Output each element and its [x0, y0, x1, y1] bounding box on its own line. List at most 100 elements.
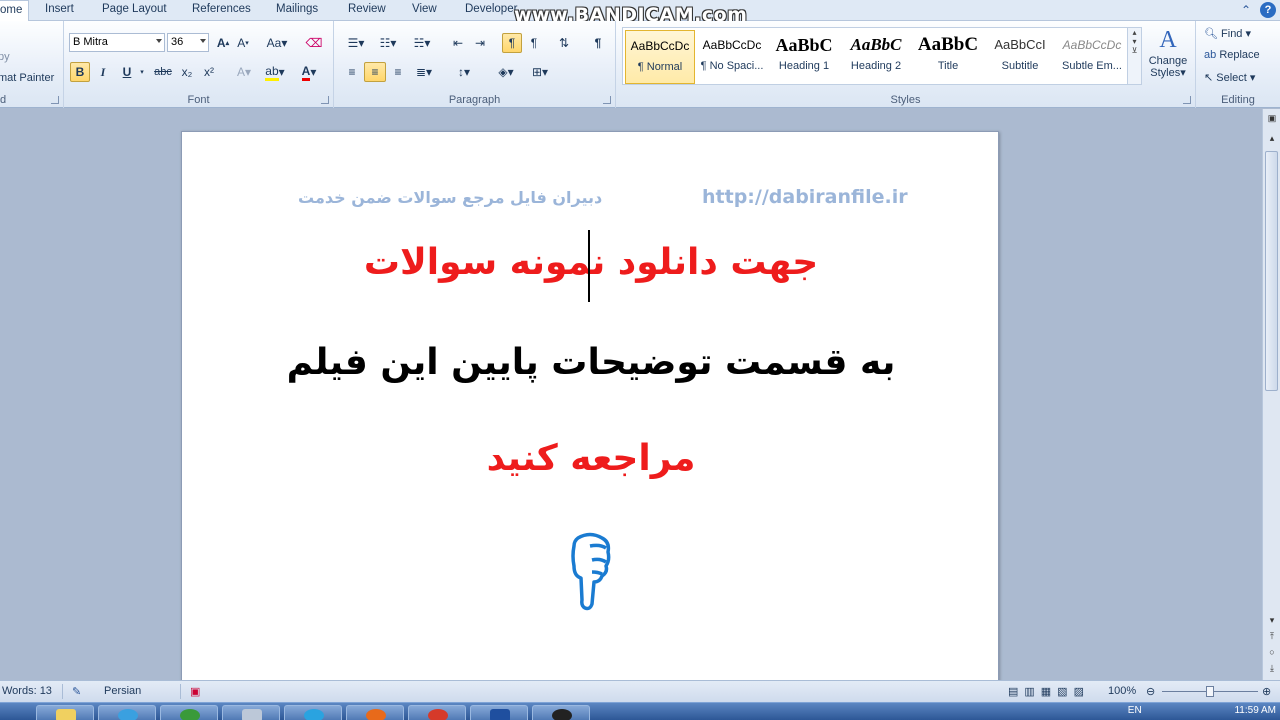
taskbar-explorer[interactable] [36, 705, 94, 720]
paragraph-group: ☰▾ ☷▾ ☵▾ ⇤ ⇥ ¶ ¶ ⇅ ¶ ≡ ≡ ≡ ≣▾ ↕▾ ◈▾ ⊞▾ P… [334, 21, 616, 108]
style-no-spacing[interactable]: AaBbCcDc ¶ No Spaci... [697, 30, 767, 84]
superscript-button[interactable]: x² [200, 62, 218, 82]
app-icon [242, 709, 262, 720]
tab-review[interactable]: Review [348, 3, 386, 15]
styles-gallery-scroll[interactable]: ▴ ▾ ⊻ [1127, 28, 1141, 84]
shrink-font-icon[interactable]: A ▾ [234, 33, 252, 53]
document-page[interactable]: http://dabiranfile.ir دبیران فایل مرجع س… [181, 131, 999, 680]
format-painter-button[interactable]: mat Painter [0, 72, 54, 84]
increase-indent-icon[interactable]: ⇥ [470, 33, 490, 53]
style-normal[interactable]: AaBbCcDc ¶ Normal [625, 30, 695, 84]
taskbar-telegram[interactable] [284, 705, 342, 720]
subscript-button[interactable]: x₂ [178, 62, 196, 82]
tab-page-layout[interactable]: Page Layout [102, 3, 167, 15]
macro-record-icon[interactable]: ▣ [190, 685, 200, 698]
view-buttons[interactable]: ▤▥▦▧▨ [1008, 685, 1090, 698]
multilevel-list-icon[interactable]: ☵▾ [408, 33, 436, 53]
highlight-color-icon[interactable]: ab ▾ [262, 62, 288, 82]
justify-icon[interactable]: ≣▾ [410, 62, 438, 82]
clear-formatting-icon[interactable]: ⌫ [304, 33, 324, 53]
proofing-icon[interactable]: ✎ [72, 685, 81, 698]
zoom-level[interactable]: 100% [1108, 685, 1136, 697]
bullets-icon[interactable]: ☰▾ [342, 33, 370, 53]
rtl-direction-icon[interactable]: ¶ [502, 33, 522, 53]
vertical-scrollbar[interactable]: ▣ ▴ ▾ ⤒ ○ ⤓ [1262, 109, 1280, 680]
ribbon: py mat Painter d B Mitra 36 A ▴ A ▾ Aa▾ ⌫ … [0, 21, 1280, 108]
font-launcher-icon[interactable] [321, 96, 329, 104]
text-effects-icon[interactable]: A▾ [232, 62, 256, 82]
font-group: B Mitra 36 A ▴ A ▾ Aa▾ ⌫ B I U ▾ abc x₂ x²… [64, 21, 334, 108]
scroll-up-icon[interactable]: ▴ [1266, 133, 1278, 145]
clipboard-launcher-icon[interactable] [51, 96, 59, 104]
tab-home[interactable]: ome [0, 0, 30, 22]
style-heading-2[interactable]: AaBbC Heading 2 [841, 30, 911, 84]
sort-icon[interactable]: ⇅ [554, 33, 574, 53]
word-count[interactable]: Words: 13 [2, 685, 52, 697]
browse-object-icon[interactable]: ○ [1266, 647, 1278, 659]
header-persian-text: دبیران فایل مرجع سوالات ضمن خدمت [298, 188, 603, 207]
taskbar-media[interactable] [160, 705, 218, 720]
zoom-in-icon[interactable]: ⊕ [1262, 685, 1271, 698]
next-page-icon[interactable]: ⤓ [1266, 663, 1278, 675]
tray-clock[interactable]: 11:59 AM [1234, 705, 1276, 716]
ltr-direction-icon[interactable]: ¶ [524, 33, 544, 53]
bold-button[interactable]: B [70, 62, 90, 82]
tab-references[interactable]: References [192, 3, 251, 15]
zoom-out-icon[interactable]: ⊖ [1146, 685, 1155, 698]
select-button[interactable]: ↖ Select ▾ [1204, 71, 1255, 84]
shading-icon[interactable]: ◈▾ [492, 62, 520, 82]
help-icon[interactable]: ? [1260, 2, 1276, 18]
decrease-indent-icon[interactable]: ⇤ [448, 33, 468, 53]
change-styles-button[interactable]: A Change Styles▾ [1144, 25, 1192, 79]
align-center-icon[interactable]: ≡ [364, 62, 386, 82]
minimize-ribbon-icon[interactable]: ⌃ [1238, 2, 1254, 18]
language-indicator[interactable]: Persian [104, 685, 141, 697]
style-subtle-emphasis[interactable]: AaBbCcDc Subtle Em... [1057, 30, 1127, 84]
underline-dropdown-icon[interactable]: ▾ [138, 62, 146, 82]
copy-button[interactable]: py [0, 51, 10, 63]
replace-button[interactable]: ab Replace [1204, 49, 1260, 61]
font-size-select[interactable]: 36 [167, 33, 209, 52]
grow-font-icon[interactable]: A ▴ [214, 33, 232, 53]
zoom-slider-thumb[interactable] [1206, 686, 1214, 697]
align-right-icon[interactable]: ≡ [388, 62, 408, 82]
taskbar-firefox[interactable] [346, 705, 404, 720]
style-title[interactable]: AaBbC Title [913, 30, 983, 84]
system-tray: EN 11:59 AM [1128, 705, 1276, 716]
font-family-select[interactable]: B Mitra [69, 33, 165, 52]
italic-button[interactable]: I [94, 62, 112, 82]
font-color-icon[interactable]: A ▾ [296, 62, 322, 82]
change-case-icon[interactable]: Aa▾ [264, 33, 290, 53]
style-heading-1[interactable]: AaBbC Heading 1 [769, 30, 839, 84]
tab-view[interactable]: View [412, 3, 437, 15]
word-icon [490, 709, 510, 720]
taskbar: EN 11:59 AM [0, 702, 1280, 720]
taskbar-app[interactable] [222, 705, 280, 720]
borders-icon[interactable]: ⊞▾ [526, 62, 554, 82]
taskbar-ie[interactable] [98, 705, 156, 720]
style-subtitle[interactable]: AaBbCcI Subtitle [985, 30, 1055, 84]
clipboard-group: py mat Painter d [0, 21, 64, 108]
show-formatting-marks-button[interactable]: ¶ [588, 33, 608, 53]
underline-button[interactable]: U [118, 62, 136, 82]
tab-developer[interactable]: Developer [465, 3, 517, 15]
paragraph-launcher-icon[interactable] [603, 96, 611, 104]
styles-launcher-icon[interactable] [1183, 96, 1191, 104]
strikethrough-button[interactable]: abc [152, 62, 174, 82]
line-spacing-icon[interactable]: ↕▾ [450, 62, 478, 82]
scroll-down-icon[interactable]: ▾ [1266, 615, 1278, 627]
taskbar-word[interactable] [470, 705, 528, 720]
tab-mailings[interactable]: Mailings [276, 3, 318, 15]
editing-group-label: Editing [1221, 94, 1255, 106]
tab-insert[interactable]: Insert [45, 3, 74, 15]
previous-page-icon[interactable]: ⤒ [1266, 631, 1278, 643]
numbering-icon[interactable]: ☷▾ [374, 33, 402, 53]
ruler-toggle-icon[interactable]: ▣ [1266, 113, 1278, 125]
align-left-icon[interactable]: ≡ [342, 62, 362, 82]
header-url: http://dabiranfile.ir [702, 186, 908, 208]
taskbar-bandicam[interactable] [532, 705, 590, 720]
language-tray[interactable]: EN [1128, 705, 1142, 716]
find-button[interactable]: 🔍︎ Find ▾ [1204, 27, 1251, 40]
scroll-thumb[interactable] [1265, 151, 1278, 391]
taskbar-chrome[interactable] [408, 705, 466, 720]
